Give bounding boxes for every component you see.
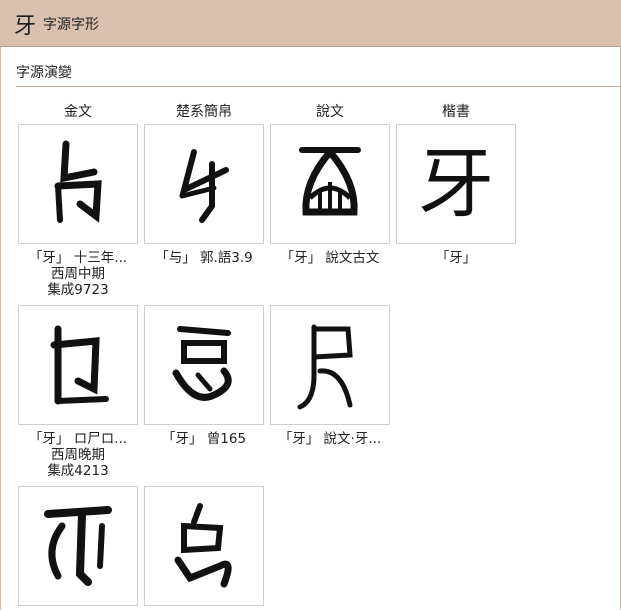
- glyph-caption: 「牙」 說文·牙...: [278, 431, 382, 447]
- glyph-card[interactable]: 「牙」 ロ尸ロ... 西周晚期 集成4213: [18, 305, 138, 479]
- glyph-card[interactable]: 「牙」 曾165: [144, 305, 264, 447]
- header-title: 字源字形: [43, 17, 99, 33]
- glyph-source: 集成4213: [47, 463, 109, 479]
- chu-glyph-ya-1: [179, 149, 229, 223]
- glyph-card[interactable]: [144, 486, 264, 606]
- glyph-source: 集成9723: [47, 282, 109, 298]
- glyph-card[interactable]: 牙 「牙」: [396, 124, 516, 266]
- glyph-caption: 「牙」 說文古文: [280, 250, 380, 266]
- glyph-image[interactable]: [270, 305, 390, 425]
- shuowen-guwen-glyph-ya: [299, 147, 361, 216]
- glyph-period: 西周中期: [51, 266, 105, 282]
- glyph-caption: 「牙」 ロ尸ロ...: [28, 431, 128, 447]
- glyph-image[interactable]: [270, 124, 390, 244]
- chu-glyph-ya-3: [174, 503, 232, 588]
- section-title: 字源演變: [16, 65, 72, 81]
- bronze-glyph-ya-3: [44, 506, 112, 586]
- glyph-card[interactable]: 「牙」 說文·牙...: [270, 305, 390, 447]
- glyph-image[interactable]: [144, 486, 264, 606]
- header-character: 牙: [14, 14, 37, 39]
- glyph-card[interactable]: [18, 486, 138, 606]
- glyph-image[interactable]: [18, 305, 138, 425]
- glyph-image[interactable]: [18, 124, 138, 244]
- column-header-kaishu: 楷書: [442, 104, 470, 120]
- shuowen-glyph-ya: [297, 324, 353, 410]
- glyph-period: 西周晚期: [51, 447, 105, 463]
- column-header-bronze: 金文: [64, 104, 92, 120]
- glyph-image[interactable]: [144, 305, 264, 425]
- glyph-caption: 「与」 郭.語3.9: [155, 250, 253, 266]
- glyph-image[interactable]: [18, 486, 138, 606]
- section-divider: [16, 86, 621, 87]
- glyph-caption: 「牙」: [435, 250, 477, 266]
- glyph-caption: 「牙」 曾165: [161, 431, 247, 447]
- glyph-card[interactable]: 「与」 郭.語3.9: [144, 124, 264, 266]
- bronze-glyph-ya-2: [50, 325, 109, 405]
- glyph-image[interactable]: 牙: [396, 124, 516, 244]
- chu-glyph-ya-2: [172, 326, 232, 401]
- glyph-caption: 「牙」 十三年...: [28, 250, 128, 266]
- panel-header: 牙 字源字形: [0, 0, 621, 47]
- bronze-glyph-ya-1: [54, 140, 102, 223]
- kaishu-glyph-ya: 牙: [418, 139, 494, 228]
- column-header-chu-bamboo: 楚系簡帛: [176, 104, 232, 120]
- glyph-image[interactable]: [144, 124, 264, 244]
- column-header-shuowen: 說文: [316, 104, 344, 120]
- glyph-card[interactable]: 「牙」 說文古文: [270, 124, 390, 266]
- glyph-card[interactable]: 「牙」 十三年... 西周中期 集成9723: [18, 124, 138, 298]
